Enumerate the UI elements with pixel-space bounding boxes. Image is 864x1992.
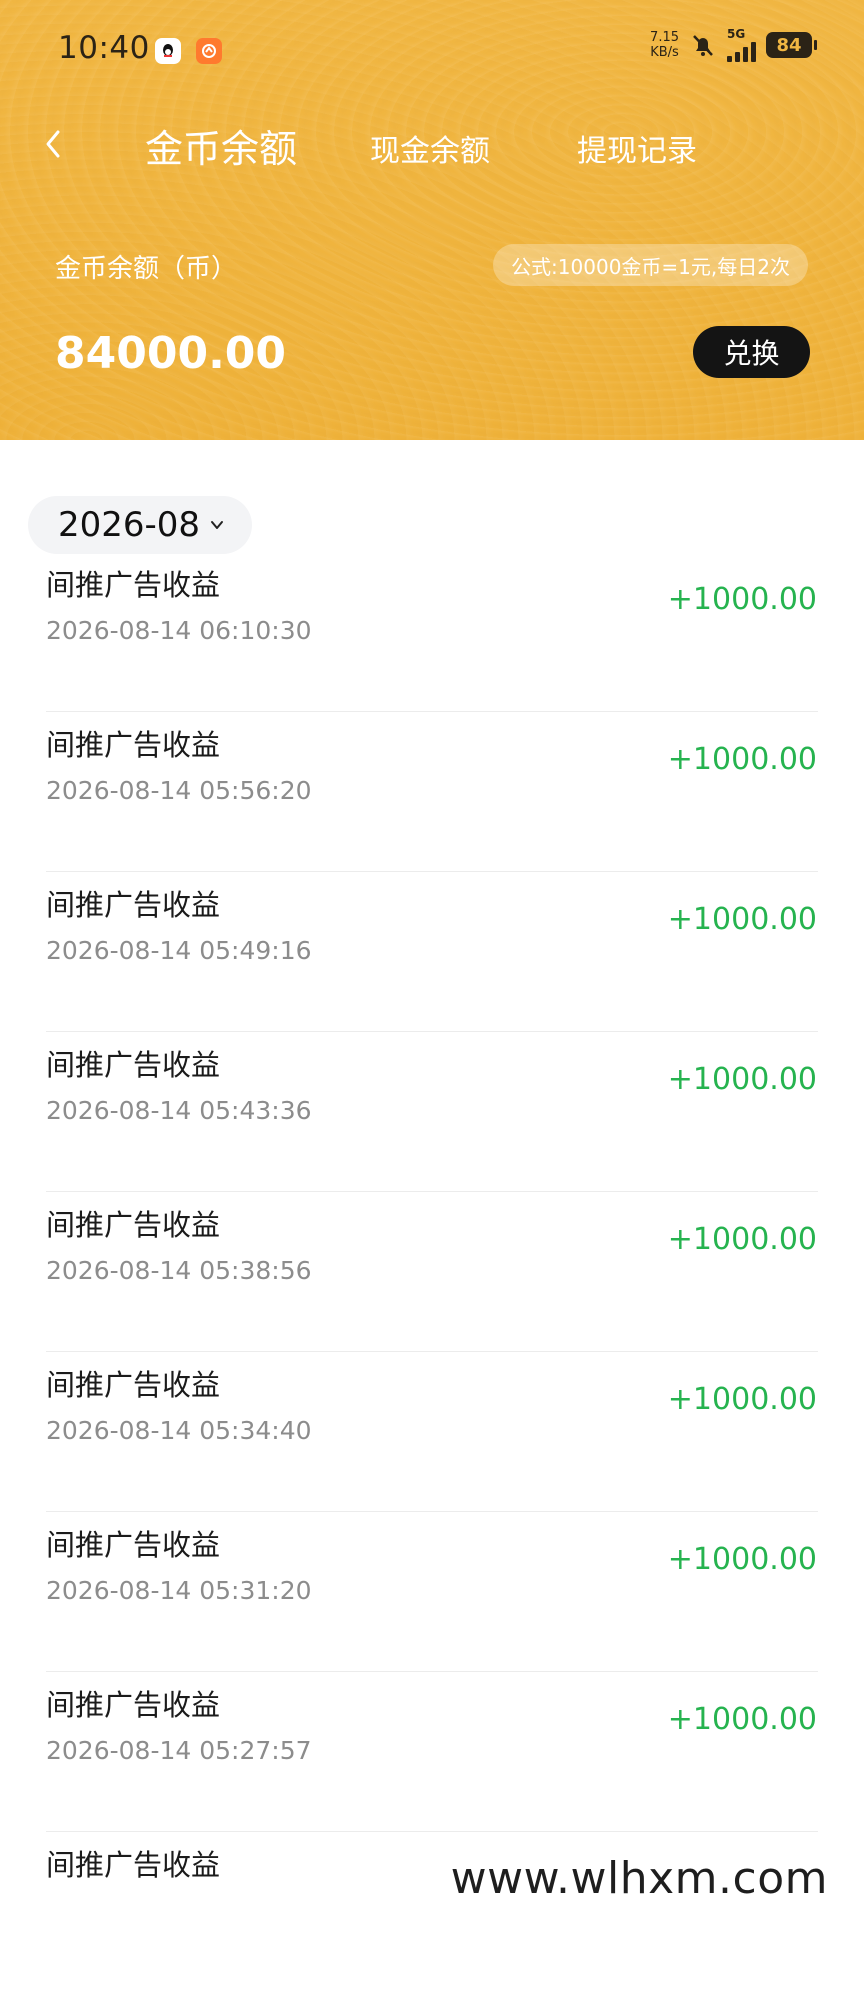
net-speed-value: 7.15: [650, 30, 679, 45]
transaction-list: 间推广告收益 2026-08-14 06:10:30 +1000.00 间推广告…: [0, 552, 864, 1992]
tab-cash-balance[interactable]: 现金余额: [370, 126, 490, 170]
item-amount: +1000.00: [667, 902, 817, 937]
list-item[interactable]: 间推广告收益 2026-08-14 05:49:16 +1000.00: [0, 872, 864, 1032]
list-item[interactable]: 间推广告收益 2026-08-14 05:43:36 +1000.00: [0, 1032, 864, 1192]
item-time: 2026-08-14 05:34:40: [46, 1416, 312, 1445]
battery-icon: 84: [766, 32, 817, 58]
tab-coin-balance[interactable]: 金币余额: [145, 118, 297, 173]
list-item[interactable]: 间推广告收益 2026-08-14 06:10:30 +1000.00: [0, 552, 864, 712]
item-amount: +1000.00: [667, 1702, 817, 1737]
item-amount: +1000.00: [667, 582, 817, 617]
signal-bars: [727, 40, 756, 62]
chevron-left-icon: [46, 130, 60, 158]
item-time: 2026-08-14 05:49:16: [46, 936, 312, 965]
item-title: 间推广告收益: [46, 1208, 221, 1242]
battery-level: 84: [776, 34, 802, 56]
item-time: 2026-08-14 06:10:30: [46, 616, 312, 645]
item-title: 间推广告收益: [46, 568, 221, 602]
net-speed: 7.15 KB/s: [650, 30, 679, 60]
status-right: 7.15 KB/s 5G 84: [650, 28, 817, 62]
item-time: 2026-08-14 05:31:20: [46, 1576, 312, 1605]
exchange-button[interactable]: 兑换: [693, 326, 810, 378]
tab-withdraw-records[interactable]: 提现记录: [577, 126, 697, 170]
mute-bell-icon: [689, 31, 717, 59]
signal-icon: 5G: [727, 28, 756, 62]
item-title: 间推广告收益: [46, 1368, 221, 1402]
item-amount: +1000.00: [667, 1062, 817, 1097]
item-amount: +1000.00: [667, 1542, 817, 1577]
list-item[interactable]: 间推广告收益 2026-08-14 05:56:20 +1000.00: [0, 712, 864, 872]
item-time: 2026-08-14 05:38:56: [46, 1256, 312, 1285]
item-time: 2026-08-14 05:27:57: [46, 1736, 312, 1765]
balance-label: 金币余额（币）: [55, 254, 238, 284]
item-time: 2026-08-14 05:56:20: [46, 776, 312, 805]
item-amount: +1000.00: [667, 1382, 817, 1417]
list-item[interactable]: 间推广告收益 2026-08-14 05:31:20 +1000.00: [0, 1512, 864, 1672]
item-title: 间推广告收益: [46, 1528, 221, 1562]
orange-app-icon: [196, 38, 222, 64]
chevron-down-icon: [211, 521, 224, 529]
header: 10:40 7.15 KB/s 5G 84 金币余额 现金余额 提现记录 金币余…: [0, 0, 864, 440]
item-title: 间推广告收益: [46, 1048, 221, 1082]
list-item[interactable]: 间推广告收益 2026-08-14 05:38:56 +1000.00: [0, 1192, 864, 1352]
item-title: 间推广告收益: [46, 1688, 221, 1722]
item-amount: +1000.00: [667, 1222, 817, 1257]
month-selector[interactable]: 2026-08: [28, 496, 253, 554]
balance-value: 84000.00: [55, 328, 287, 379]
month-label: 2026-08: [58, 505, 201, 545]
item-title: 间推广告收益: [46, 888, 221, 922]
qq-icon: [155, 38, 181, 64]
status-time: 10:40: [58, 30, 150, 66]
net-speed-unit: KB/s: [650, 45, 679, 60]
back-button[interactable]: [38, 124, 68, 164]
formula-badge: 公式:10000金币=1元,每日2次: [493, 244, 808, 286]
item-amount: +1000.00: [667, 742, 817, 777]
watermark: www.wlhxm.com: [432, 1849, 846, 1908]
item-title: 间推广告收益: [46, 1848, 221, 1882]
list-item[interactable]: 间推广告收益 2026-08-14 05:34:40 +1000.00: [0, 1352, 864, 1512]
item-title: 间推广告收益: [46, 728, 221, 762]
list-item[interactable]: 间推广告收益 2026-08-14 05:27:57 +1000.00: [0, 1672, 864, 1832]
item-time: 2026-08-14 05:43:36: [46, 1096, 312, 1125]
network-type: 5G: [727, 27, 746, 41]
